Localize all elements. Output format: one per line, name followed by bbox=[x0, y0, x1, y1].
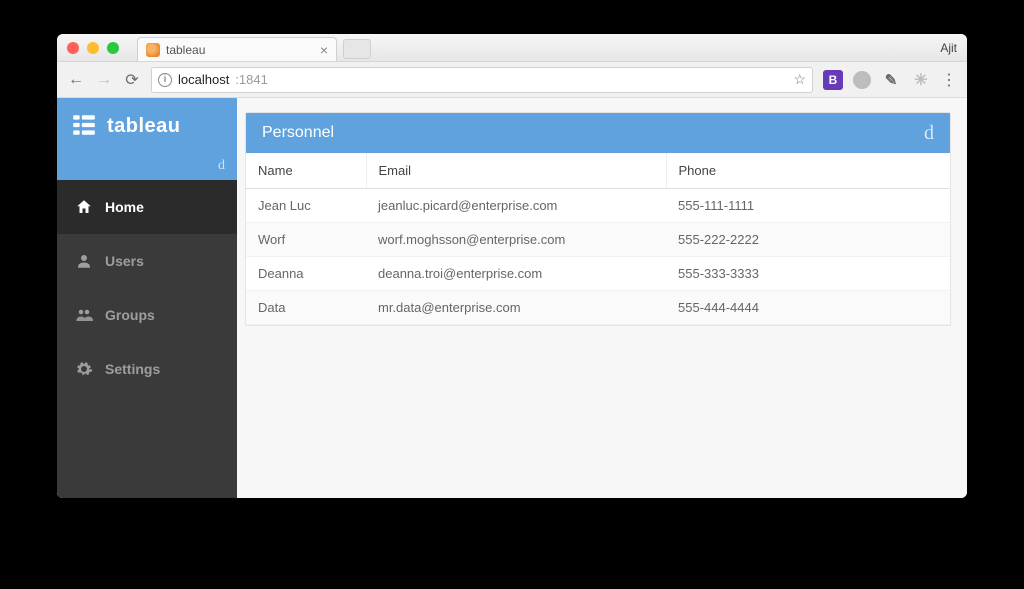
table-row[interactable]: Worf worf.moghsson@enterprise.com 555-22… bbox=[246, 223, 950, 257]
cell-phone: 555-222-2222 bbox=[666, 223, 950, 257]
cell-name: Data bbox=[246, 291, 366, 325]
gear-icon bbox=[75, 360, 93, 378]
col-name[interactable]: Name bbox=[246, 153, 366, 189]
cell-phone: 555-444-4444 bbox=[666, 291, 950, 325]
back-button[interactable]: ← bbox=[67, 71, 85, 89]
url-port: :1841 bbox=[235, 72, 268, 87]
traffic-lights bbox=[67, 42, 119, 54]
home-icon bbox=[75, 198, 93, 216]
sidebar-item-label: Groups bbox=[105, 307, 155, 323]
browser-tab[interactable]: tableau × bbox=[137, 37, 337, 61]
tab-favicon bbox=[146, 43, 160, 57]
table-row[interactable]: Data mr.data@enterprise.com 555-444-4444 bbox=[246, 291, 950, 325]
tab-close-icon[interactable]: × bbox=[320, 43, 328, 57]
url-host: localhost bbox=[178, 72, 229, 87]
panel-header: Personnel d bbox=[246, 113, 950, 153]
app-root: tableau d Home Users Groups bbox=[57, 98, 967, 498]
user-icon bbox=[75, 252, 93, 270]
sidebar-item-home[interactable]: Home bbox=[57, 180, 237, 234]
cell-name: Deanna bbox=[246, 257, 366, 291]
extension-bootstrap-icon[interactable]: B bbox=[823, 70, 843, 90]
sidebar: tableau d Home Users Groups bbox=[57, 98, 237, 498]
sidebar-item-label: Home bbox=[105, 199, 144, 215]
site-info-icon[interactable]: i bbox=[158, 73, 172, 87]
window-minimize-button[interactable] bbox=[87, 42, 99, 54]
sidebar-item-label: Users bbox=[105, 253, 144, 269]
brand-subscript: d bbox=[218, 158, 225, 174]
tab-strip: tableau × bbox=[137, 34, 371, 61]
window-close-button[interactable] bbox=[67, 42, 79, 54]
cell-email: deanna.troi@enterprise.com bbox=[366, 257, 666, 291]
personnel-panel: Personnel d Name Email Phone Jean Luc bbox=[245, 112, 951, 326]
extension-snowflake-icon[interactable]: ✳ bbox=[911, 70, 931, 90]
window-zoom-button[interactable] bbox=[107, 42, 119, 54]
brand-header: tableau d bbox=[57, 98, 237, 180]
table-header-row: Name Email Phone bbox=[246, 153, 950, 189]
table-row[interactable]: Jean Luc jeanluc.picard@enterprise.com 5… bbox=[246, 189, 950, 223]
cell-email: worf.moghsson@enterprise.com bbox=[366, 223, 666, 257]
extension-generic-icon[interactable] bbox=[853, 71, 871, 89]
cell-name: Jean Luc bbox=[246, 189, 366, 223]
extension-colorpicker-icon[interactable]: ✎ bbox=[881, 70, 901, 90]
cell-email: jeanluc.picard@enterprise.com bbox=[366, 189, 666, 223]
sidebar-nav: Home Users Groups Settings bbox=[57, 180, 237, 396]
sidebar-item-groups[interactable]: Groups bbox=[57, 288, 237, 342]
sidebar-item-settings[interactable]: Settings bbox=[57, 342, 237, 396]
cell-email: mr.data@enterprise.com bbox=[366, 291, 666, 325]
sidebar-item-users[interactable]: Users bbox=[57, 234, 237, 288]
col-phone[interactable]: Phone bbox=[666, 153, 950, 189]
forward-button[interactable]: → bbox=[95, 71, 113, 89]
panel-badge: d bbox=[924, 122, 934, 145]
col-email[interactable]: Email bbox=[366, 153, 666, 189]
main-content: Personnel d Name Email Phone Jean Luc bbox=[237, 98, 967, 498]
table-row[interactable]: Deanna deanna.troi@enterprise.com 555-33… bbox=[246, 257, 950, 291]
cell-phone: 555-333-3333 bbox=[666, 257, 950, 291]
new-tab-button[interactable] bbox=[343, 39, 371, 59]
browser-menu-button[interactable]: ⋮ bbox=[941, 70, 957, 90]
bookmark-star-icon[interactable]: ☆ bbox=[793, 71, 806, 88]
address-bar[interactable]: i localhost :1841 ☆ bbox=[151, 67, 813, 93]
panel-title: Personnel bbox=[262, 124, 334, 142]
browser-toolbar: ← → ⟳ i localhost :1841 ☆ B ✎ ✳ ⋮ bbox=[57, 62, 967, 98]
window-titlebar: tableau × Ajit bbox=[57, 34, 967, 62]
brand-icon bbox=[71, 112, 97, 141]
browser-window: tableau × Ajit ← → ⟳ i localhost :1841 ☆ … bbox=[57, 34, 967, 498]
cell-name: Worf bbox=[246, 223, 366, 257]
cell-phone: 555-111-1111 bbox=[666, 189, 950, 223]
personnel-table: Name Email Phone Jean Luc jeanluc.picard… bbox=[246, 153, 950, 325]
browser-profile-name[interactable]: Ajit bbox=[940, 41, 957, 55]
reload-button[interactable]: ⟳ bbox=[123, 70, 141, 90]
sidebar-item-label: Settings bbox=[105, 361, 160, 377]
group-icon bbox=[75, 306, 93, 324]
tab-title: tableau bbox=[166, 43, 205, 57]
brand-name: tableau bbox=[107, 115, 181, 138]
